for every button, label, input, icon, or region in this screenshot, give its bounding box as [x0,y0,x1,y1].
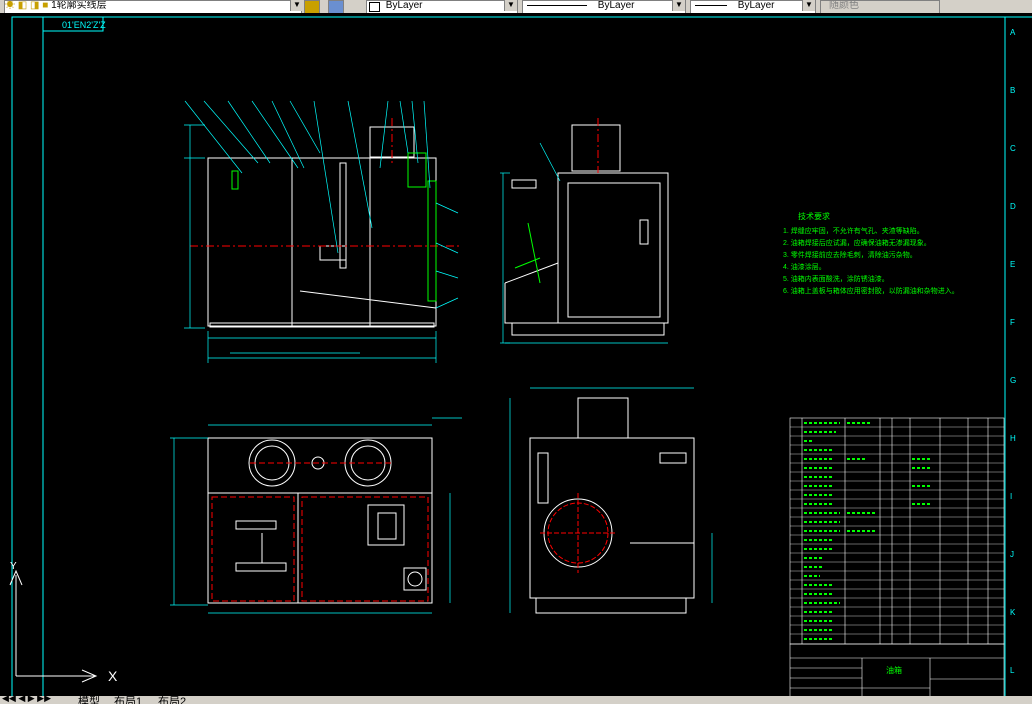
top-view [170,417,462,614]
zone-letter-i: I [1010,492,1012,501]
tech-title: 技术要求 [798,211,830,221]
parts-list-text [804,422,930,640]
zone-letter-k: K [1010,608,1016,617]
zone-letter-a: A [1010,28,1016,37]
tab-model[interactable]: 模型 [78,696,100,704]
side-view [500,118,669,344]
ucs-icon [9,569,98,683]
zone-letter-b: B [1010,86,1015,95]
ucs-y-label: Y [10,561,17,572]
tech-note: 1. 焊缝应牢固，不允许有气孔、夹渣等缺陷。 [783,226,924,235]
linetype-sample [527,4,587,6]
chevron-down-icon[interactable]: ▼ [290,0,303,11]
color-control[interactable]: ByLayer [366,0,518,13]
ucs-x-label: X [108,668,118,684]
layer-name: 1轮廓实线层 [51,0,107,11]
tech-note: 6. 油箱上盖板与箱体应用密封胶，以防漏油和杂物进入。 [783,286,959,295]
linetype-control[interactable]: ByLayer [522,0,686,13]
linetype-value: ByLayer [597,0,635,11]
plotstyle-control: 随颜色 [820,0,940,13]
nav-arrows[interactable]: ◀◀ ◀ ▶ ▶▶ [2,696,51,704]
zone-letter-f: F [1010,318,1015,327]
chevron-down-icon[interactable]: ▼ [504,0,517,11]
parts-list [789,417,1005,645]
frame-label: 01'EN2'Z'Z [62,20,106,30]
layer-manager-icon[interactable] [328,0,344,13]
technical-requirements: 技术要求 1. 焊缝应牢固，不允许有气孔、夹渣等缺陷。 2. 油箱焊接后应试漏，… [783,211,959,295]
zone-letter-d: D [1010,202,1016,211]
properties-toolbar: ☀ ◧ ◨ ■ 1轮廓实线层 ▼ ByLayer ▼ ByLayer ▼ ByL… [0,0,1032,14]
zone-letter-h: H [1010,434,1016,443]
drawing-frame [11,16,1032,696]
layout-tabs-bar: ◀◀ ◀ ▶ ▶▶ 模型 布局1 布局2 [0,696,1032,704]
title-block-name: 油箱 [886,665,902,675]
chevron-down-icon[interactable]: ▼ [672,0,685,11]
tech-note: 5. 油箱内表面酸洗，涂防锈油漆。 [783,274,889,283]
lineweight-control[interactable]: ByLayer [690,0,816,13]
tech-note: 2. 油箱焊接后应试漏，应确保油箱无渗漏现象。 [783,238,931,247]
tech-note: 3. 零件焊接前应去除毛刺，清除油污杂物。 [783,250,917,259]
plotstyle-value: 随颜色 [829,0,859,11]
layer-previous-icon[interactable] [304,0,320,13]
layer-state-icons: ☀ ◧ ◨ ■ [5,0,49,11]
color-swatch-icon [369,2,380,12]
front-view [184,100,460,363]
section-view [509,387,713,614]
lineweight-value: ByLayer [737,0,775,11]
tech-note: 4. 油漆涂层。 [783,262,826,271]
zone-letter-g: G [1010,376,1016,385]
layer-dropdown[interactable]: ☀ ◧ ◨ ■ 1轮廓实线层 [4,0,302,13]
tab-layout2[interactable]: 布局2 [158,696,186,704]
chevron-down-icon[interactable]: ▼ [802,0,815,11]
zone-letter-e: E [1010,260,1015,269]
zone-letter-c: C [1010,144,1016,153]
zone-letter-j: J [1010,550,1014,559]
zone-letter-l: L [1010,666,1015,675]
tab-layout1[interactable]: 布局1 [114,696,142,704]
color-value: ByLayer [385,0,423,11]
drawing-canvas[interactable]: 01'EN2'Z'Z A B C D E F G H I J K L 技术要求 … [0,13,1032,696]
lineweight-sample [695,4,727,6]
zone-letters: A B C D E F G H I J K L [1010,28,1016,675]
